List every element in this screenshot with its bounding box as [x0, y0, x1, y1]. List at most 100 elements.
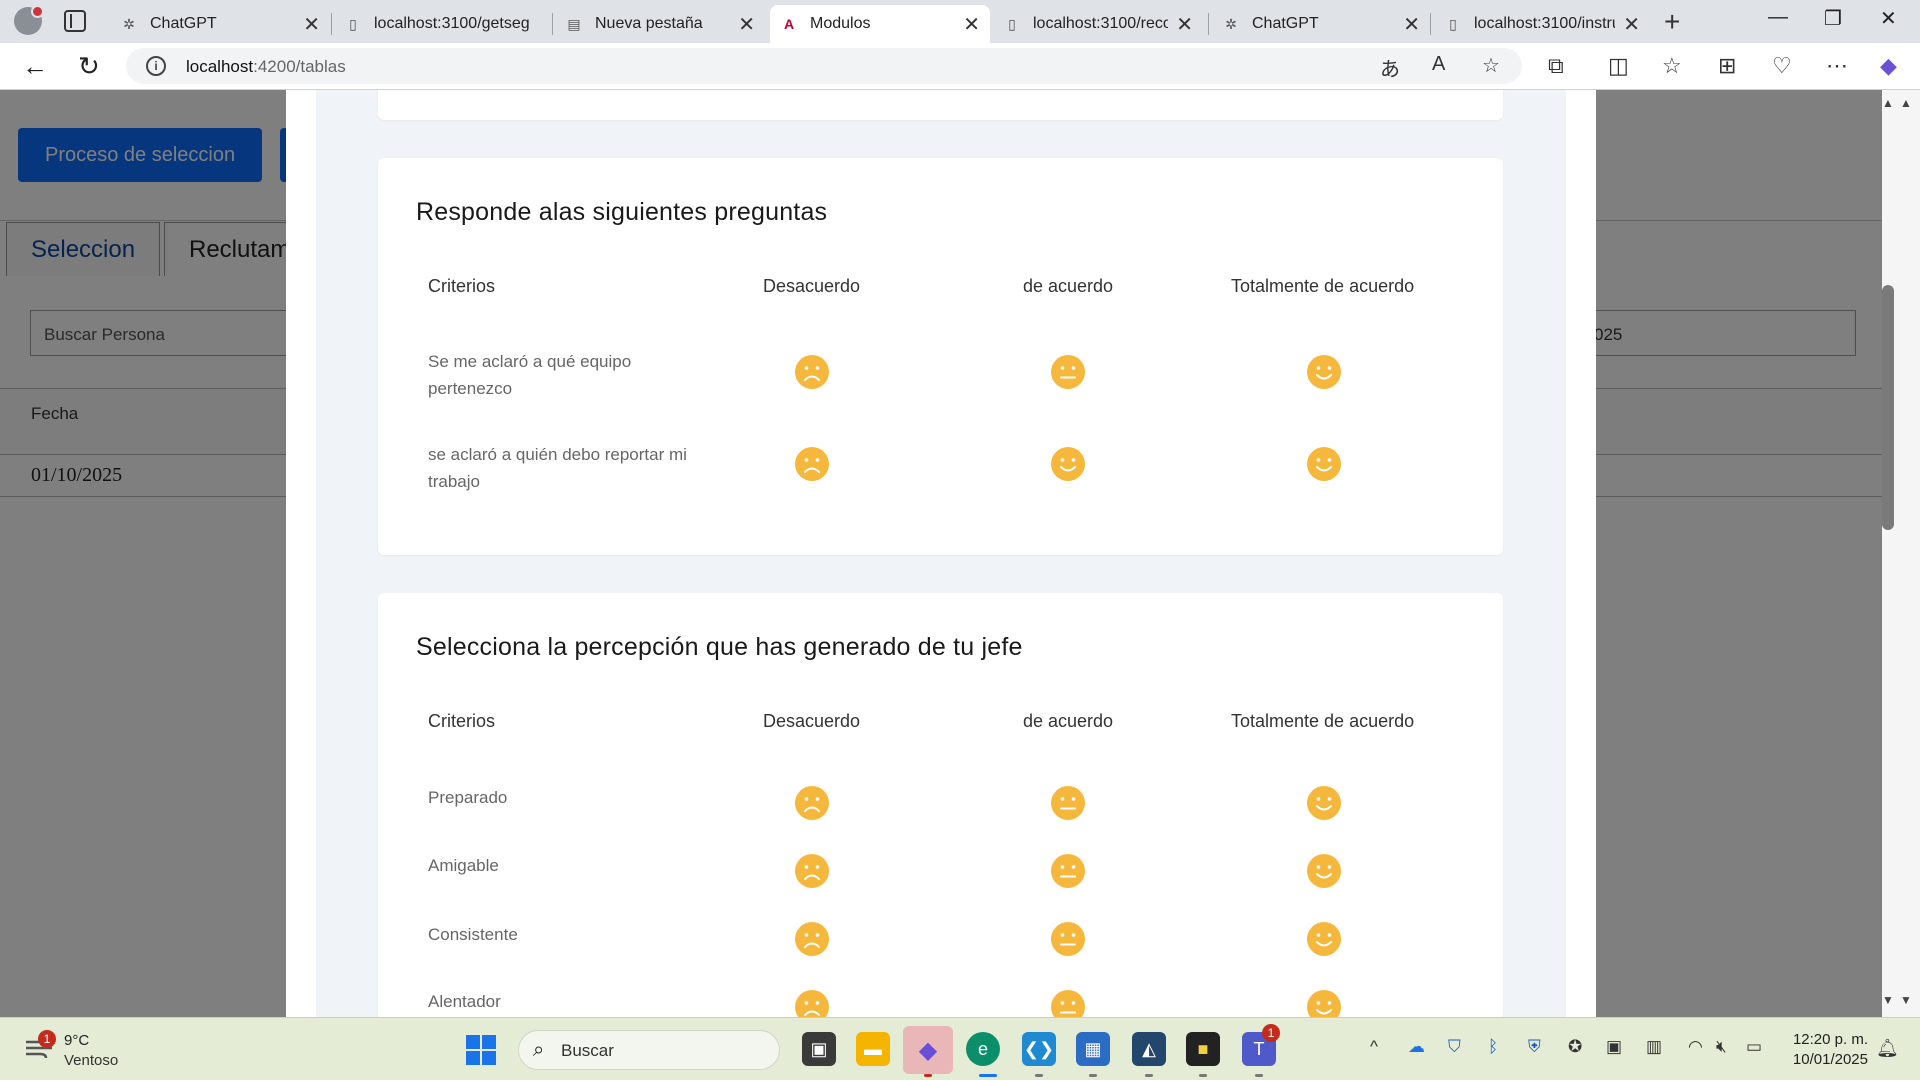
- criterion-label: Se me aclaró a qué equipo pertenezco: [428, 352, 632, 398]
- sticky-notes-icon[interactable]: ■: [1186, 1032, 1220, 1066]
- store-icon[interactable]: ▦: [1076, 1032, 1110, 1066]
- restore-button[interactable]: ❐: [1824, 6, 1842, 31]
- favorites-icon[interactable]: ☆: [1662, 53, 1682, 79]
- tab-nueva-pestana[interactable]: ▤ Nueva pestaña ✕: [555, 5, 765, 43]
- previous-card: [378, 90, 1503, 120]
- sad-face-icon[interactable]: [794, 446, 830, 482]
- happy-face-icon[interactable]: [1306, 853, 1342, 889]
- more-menu-icon[interactable]: ⋯: [1826, 53, 1848, 79]
- page-scrollbar[interactable]: ▲ ▲ ▼ ▼: [1882, 90, 1920, 1017]
- tab-recom[interactable]: ▯ localhost:3100/recom ✕: [993, 5, 1203, 43]
- sad-face-icon[interactable]: [794, 853, 830, 889]
- url-field[interactable]: i localhost:4200/tablas: [126, 48, 1522, 84]
- file-explorer-icon[interactable]: ▬: [856, 1032, 890, 1066]
- column-de-acuerdo: de acuerdo: [1023, 711, 1114, 731]
- neutral-face-icon[interactable]: [1050, 853, 1086, 889]
- close-icon[interactable]: ✕: [963, 12, 980, 37]
- onedrive-icon[interactable]: ☁: [1408, 1037, 1425, 1057]
- split-screen-icon[interactable]: ◫: [1608, 53, 1629, 79]
- close-window-button[interactable]: ✕: [1880, 6, 1897, 31]
- close-icon[interactable]: ✕: [1176, 12, 1193, 37]
- happy-face-icon[interactable]: [1050, 446, 1086, 482]
- page-icon: ▯: [1449, 15, 1457, 32]
- active-app-indicator: [979, 1074, 997, 1077]
- running-app-indicator: [1199, 1074, 1207, 1077]
- read-aloud-icon[interactable]: A: [1432, 53, 1445, 76]
- task-view-icon[interactable]: ▣: [802, 1032, 836, 1066]
- audio-app-icon[interactable]: ▥: [1646, 1037, 1662, 1057]
- sad-face-icon[interactable]: [794, 989, 830, 1017]
- tab-label: Nueva pestaña: [595, 15, 703, 32]
- volume-muted-icon[interactable]: 🔇︎: [1716, 1037, 1727, 1057]
- tab-getseg[interactable]: ▯ localhost:3100/getseg: [334, 5, 552, 43]
- windows-start-icon[interactable]: [466, 1035, 496, 1065]
- close-icon[interactable]: ✕: [1403, 12, 1420, 37]
- edge-browser-icon[interactable]: e: [966, 1032, 1000, 1066]
- happy-face-icon[interactable]: [1306, 921, 1342, 957]
- new-tab-button[interactable]: +: [1664, 6, 1680, 38]
- site-info-icon[interactable]: i: [146, 56, 166, 76]
- neutral-face-icon[interactable]: [1050, 785, 1086, 821]
- page-icon: ▯: [349, 15, 357, 32]
- sad-face-icon[interactable]: [794, 785, 830, 821]
- minimize-button[interactable]: —: [1768, 6, 1788, 29]
- tab-label: localhost:3100/getseg: [374, 15, 530, 32]
- scrollbar-thumb[interactable]: [1882, 285, 1894, 530]
- notifications-bell-icon[interactable]: 🔔︎: [1876, 1038, 1899, 1059]
- weather-condition-label[interactable]: Ventoso: [64, 1052, 118, 1069]
- battery-icon[interactable]: ▭: [1746, 1037, 1762, 1057]
- tab-instruc[interactable]: ▯ localhost:3100/instruc ✕: [1434, 5, 1650, 43]
- tab-separator: [1430, 13, 1431, 35]
- neutral-face-icon[interactable]: [1050, 989, 1086, 1017]
- app-tray-icon[interactable]: ✪: [1568, 1037, 1582, 1057]
- close-icon[interactable]: ✕: [1623, 12, 1640, 37]
- wifi-icon[interactable]: ◠: [1688, 1037, 1703, 1057]
- close-icon[interactable]: ✕: [738, 12, 755, 37]
- happy-face-icon[interactable]: [1306, 785, 1342, 821]
- scroll-up-arrow-icon[interactable]: ▲: [1882, 96, 1894, 110]
- defender-icon[interactable]: ⛨: [1528, 1037, 1541, 1057]
- neutral-face-icon[interactable]: [1050, 921, 1086, 957]
- tab-separator: [552, 13, 553, 35]
- tab-modulos[interactable]: A Modulos ✕: [770, 5, 990, 43]
- profile-avatar[interactable]: [14, 5, 44, 35]
- search-label: Buscar: [561, 1041, 614, 1060]
- page-icon: ▯: [1008, 15, 1016, 32]
- tab-chatgpt-2[interactable]: ✲ ChatGPT ✕: [1212, 5, 1430, 43]
- security-shield-icon[interactable]: ⛉: [1448, 1037, 1461, 1057]
- sad-face-icon[interactable]: [794, 354, 830, 390]
- tab-chatgpt-1[interactable]: ✲ ChatGPT ✕: [110, 5, 330, 43]
- bluetooth-icon[interactable]: ᛒ: [1488, 1037, 1498, 1057]
- copilot-icon[interactable]: ◆: [1880, 53, 1897, 79]
- back-button[interactable]: ←: [22, 51, 48, 82]
- system-clock[interactable]: 12:20 p. m. 10/01/2025: [1776, 1030, 1868, 1070]
- favorite-star-icon[interactable]: ☆: [1482, 53, 1500, 78]
- neutral-face-icon[interactable]: [1050, 354, 1086, 390]
- extensions-icon[interactable]: ⧉: [1548, 53, 1564, 79]
- happy-face-icon[interactable]: [1306, 989, 1342, 1017]
- close-icon[interactable]: ✕: [303, 12, 320, 37]
- scroll-down-arrow-icon[interactable]: ▼: [1900, 993, 1912, 1007]
- taskbar-search-box[interactable]: ⌕ Buscar: [518, 1030, 780, 1070]
- url-host: localhost: [186, 57, 254, 76]
- column-desacuerdo: Desacuerdo: [763, 276, 861, 296]
- remote-app-icon[interactable]: ▣: [1606, 1037, 1622, 1057]
- tab-actions-icon[interactable]: [64, 10, 86, 32]
- mysql-workbench-icon[interactable]: ◭: [1132, 1032, 1166, 1066]
- criterion-label: Amigable: [428, 856, 499, 875]
- happy-face-icon[interactable]: [1306, 446, 1342, 482]
- scroll-up-arrow-icon[interactable]: ▲: [1900, 96, 1912, 110]
- tray-chevron-icon[interactable]: ^: [1370, 1037, 1378, 1057]
- browser-essentials-icon[interactable]: ♡: [1772, 53, 1792, 79]
- reload-button[interactable]: ↻: [78, 51, 100, 82]
- happy-face-icon[interactable]: [1306, 354, 1342, 390]
- collections-icon[interactable]: ⊞: [1718, 53, 1736, 79]
- vscode-icon[interactable]: ❮❯: [1022, 1032, 1056, 1066]
- temperature-label[interactable]: 9°C: [64, 1032, 89, 1049]
- tab-label: Modulos: [810, 15, 871, 32]
- copilot-app-icon[interactable]: ◆: [903, 1026, 953, 1074]
- sad-face-icon[interactable]: [794, 921, 830, 957]
- translate-icon[interactable]: あ: [1380, 53, 1400, 82]
- questions-card: Responde alas siguientes preguntas Crite…: [378, 158, 1503, 555]
- scroll-down-arrow-icon[interactable]: ▼: [1882, 993, 1894, 1007]
